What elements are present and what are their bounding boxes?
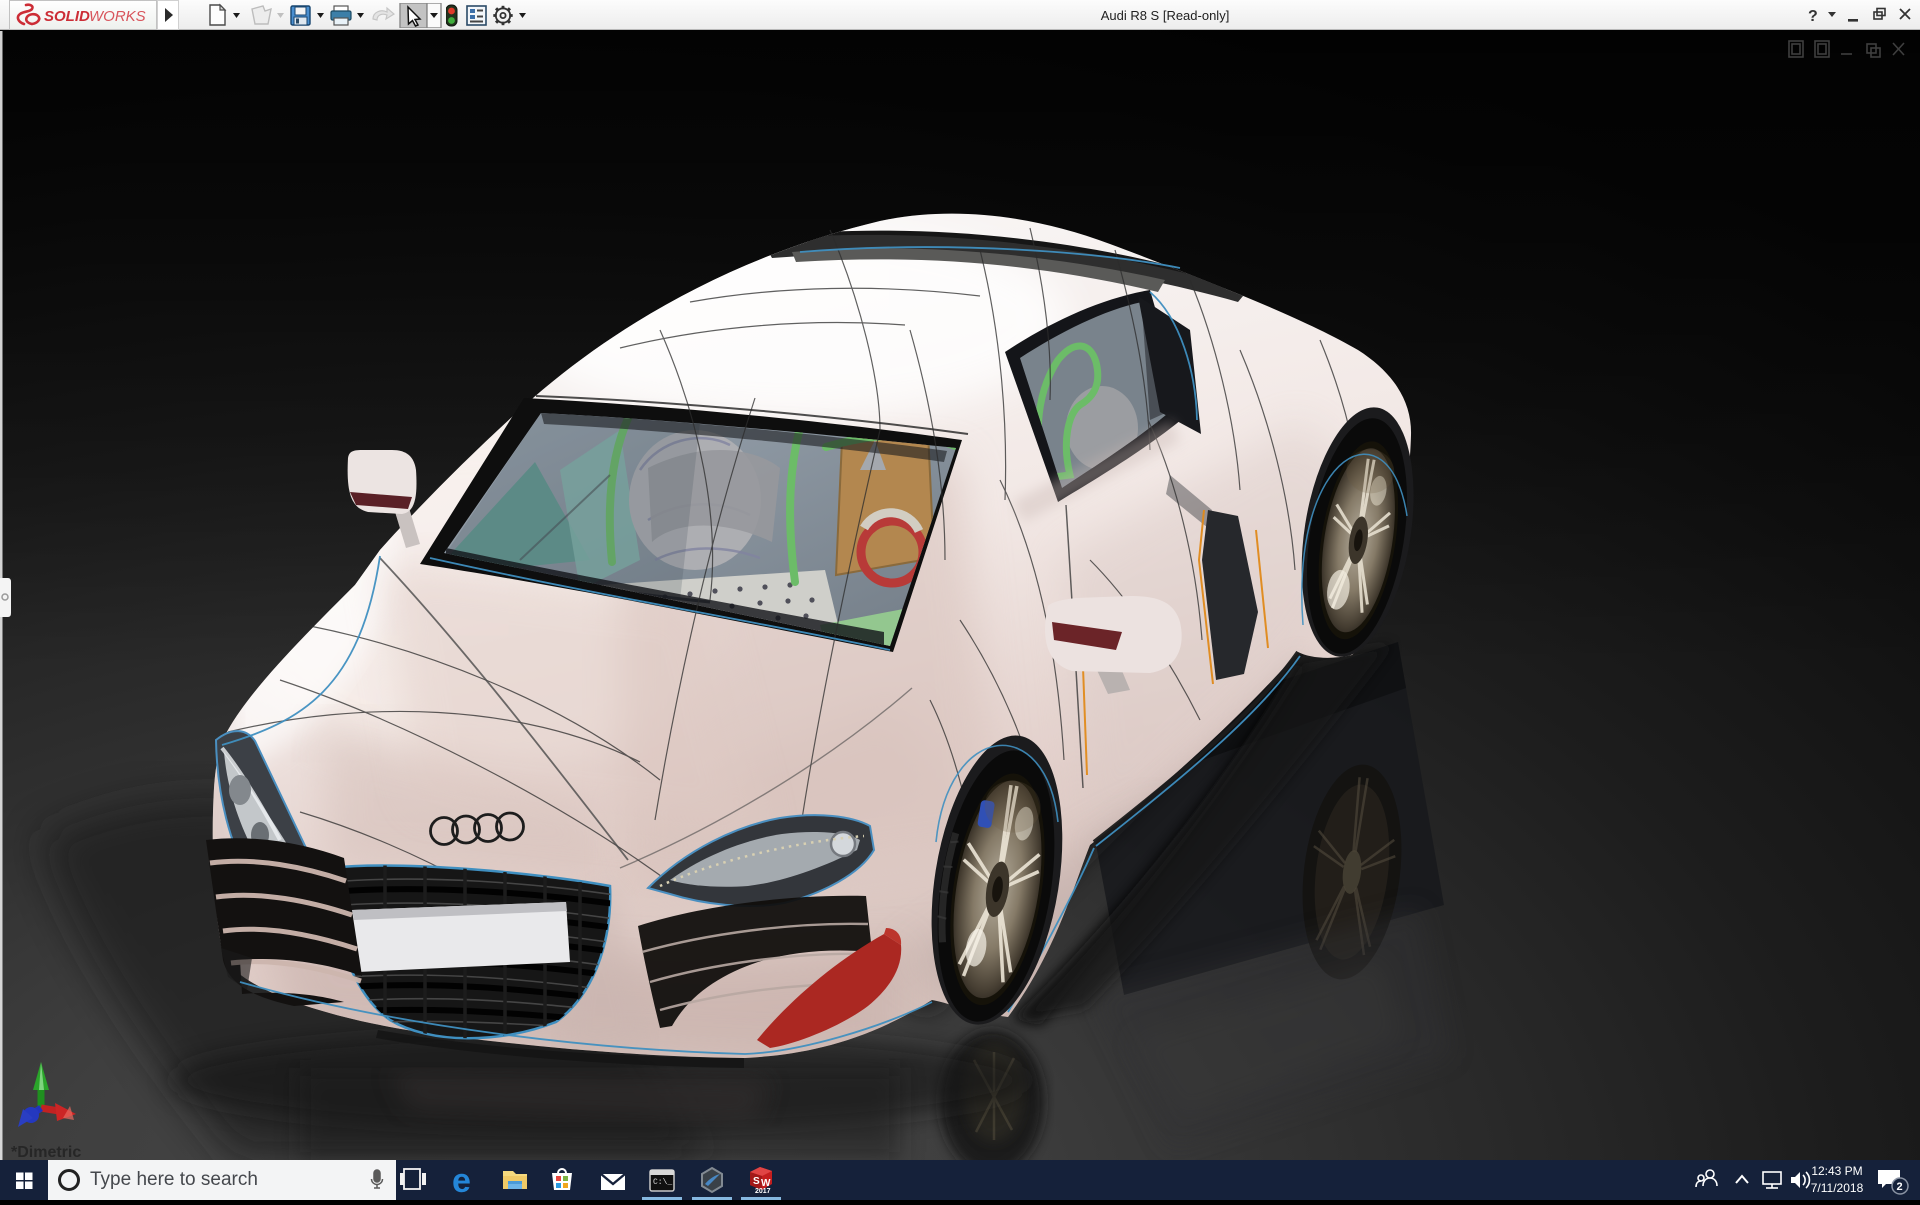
svg-text:*Dimetric: *Dimetric <box>11 1144 81 1160</box>
svg-text:e: e <box>452 1162 471 1200</box>
svg-text:WORKS: WORKS <box>89 8 146 25</box>
svg-text:C:\_: C:\_ <box>653 1178 672 1187</box>
svg-text:2017: 2017 <box>755 1188 771 1195</box>
svg-text:?: ? <box>1808 8 1818 25</box>
svg-text:S: S <box>753 1176 760 1187</box>
svg-text:SOLID: SOLID <box>44 8 90 25</box>
svg-text:2: 2 <box>1897 1181 1903 1193</box>
